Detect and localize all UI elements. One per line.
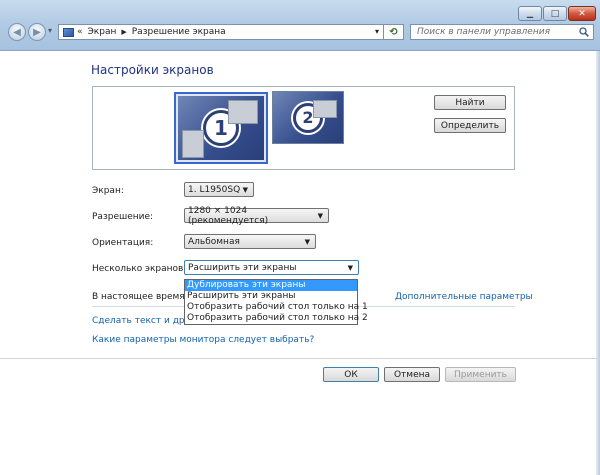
dropdown-option[interactable]: Отобразить рабочий стол только на 1 bbox=[185, 302, 368, 313]
cancel-button[interactable]: Отмена bbox=[384, 367, 440, 382]
page-title: Настройки экранов bbox=[91, 63, 214, 77]
display-select[interactable]: 1. L1950SQ ▼ bbox=[184, 182, 254, 197]
window-frame-edge bbox=[596, 51, 600, 475]
address-bar[interactable]: « Экран ▶ Разрешение экрана ▾ bbox=[58, 24, 384, 40]
forward-arrow-icon: ▶ bbox=[33, 26, 41, 38]
multiple-displays-select-value: Расширить эти экраны bbox=[188, 262, 297, 273]
monitor-1-preview[interactable]: 1 bbox=[178, 96, 264, 160]
breadcrumb-overflow[interactable]: « bbox=[77, 27, 83, 37]
multiple-displays-select[interactable]: Расширить эти экраны ▼ bbox=[184, 260, 359, 275]
display-label: Экран: bbox=[92, 186, 124, 196]
monitor-help-link[interactable]: Какие параметры монитора следует выбрать… bbox=[92, 335, 314, 345]
footer-separator bbox=[0, 358, 600, 359]
resolution-label: Разрешение: bbox=[92, 212, 154, 222]
back-button[interactable]: ◀ bbox=[8, 23, 26, 41]
refresh-button[interactable]: ⟲ bbox=[384, 24, 404, 40]
forward-button[interactable]: ▶ bbox=[28, 23, 46, 41]
maximize-icon: □ bbox=[550, 8, 560, 19]
multiple-displays-dropdown: Дублировать эти экраны Расширить эти экр… bbox=[184, 279, 368, 325]
apply-button[interactable]: Применить bbox=[445, 367, 516, 382]
search-placeholder: Поиск в панели управления bbox=[417, 27, 550, 37]
monitor-1-window-thumbnail bbox=[228, 100, 258, 124]
ok-button[interactable]: ОК bbox=[323, 367, 379, 382]
close-button[interactable]: ✕ bbox=[568, 6, 596, 21]
back-arrow-icon: ◀ bbox=[13, 26, 21, 38]
monitor-2-preview[interactable]: 2 bbox=[272, 91, 344, 144]
chevron-down-icon: ▼ bbox=[304, 238, 310, 246]
search-icon bbox=[579, 27, 589, 40]
history-dropdown-icon[interactable]: ▾ bbox=[48, 26, 52, 35]
find-button[interactable]: Найти bbox=[434, 95, 506, 110]
orientation-select-value: Альбомная bbox=[188, 236, 240, 247]
breadcrumb-item-resolution[interactable]: Разрешение экрана bbox=[132, 27, 226, 37]
chevron-down-icon: ▼ bbox=[242, 186, 248, 194]
window-titlebar: ▁ □ ✕ ◀ ▶ ▾ « Экран ▶ Разрешение экрана … bbox=[0, 0, 600, 51]
minimize-button[interactable]: ▁ bbox=[518, 6, 542, 21]
breadcrumb-separator-icon: ▶ bbox=[121, 28, 127, 36]
orientation-label: Ориентация: bbox=[92, 238, 154, 248]
control-panel-icon bbox=[63, 27, 74, 37]
maximize-button[interactable]: □ bbox=[543, 6, 567, 21]
display-select-value: 1. L1950SQ bbox=[188, 184, 241, 195]
monitor-1-window-thumbnail-2 bbox=[182, 130, 204, 158]
chevron-down-icon: ▼ bbox=[347, 264, 353, 272]
advanced-settings-link[interactable]: Дополнительные параметры bbox=[395, 292, 533, 302]
search-input[interactable]: Поиск в панели управления bbox=[410, 24, 594, 40]
orientation-select[interactable]: Альбомная ▼ bbox=[184, 234, 316, 249]
dropdown-option[interactable]: Дублировать эти экраны bbox=[185, 280, 357, 291]
breadcrumb-item-screen[interactable]: Экран ▶ bbox=[88, 27, 132, 37]
close-icon: ✕ bbox=[578, 8, 586, 19]
multiple-displays-label: Несколько экранов: bbox=[92, 264, 187, 274]
minimize-icon: ▁ bbox=[526, 9, 534, 18]
dropdown-option[interactable]: Расширить эти экраны bbox=[185, 291, 357, 302]
resolution-select-value: 1280 × 1024 (рекомендуется) bbox=[188, 205, 269, 226]
monitor-2-window-thumbnail bbox=[313, 100, 337, 118]
identify-button[interactable]: Определить bbox=[434, 118, 506, 133]
resolution-select[interactable]: 1280 × 1024 (рекомендуется) ▼ bbox=[184, 205, 329, 226]
address-dropdown-icon[interactable]: ▾ bbox=[375, 27, 379, 36]
current-display-text: В настоящее время эт bbox=[92, 292, 198, 302]
chevron-down-icon: ▼ bbox=[317, 212, 323, 220]
refresh-icon: ⟲ bbox=[389, 26, 398, 38]
dropdown-option[interactable]: Отобразить рабочий стол только на 2 bbox=[185, 313, 368, 324]
